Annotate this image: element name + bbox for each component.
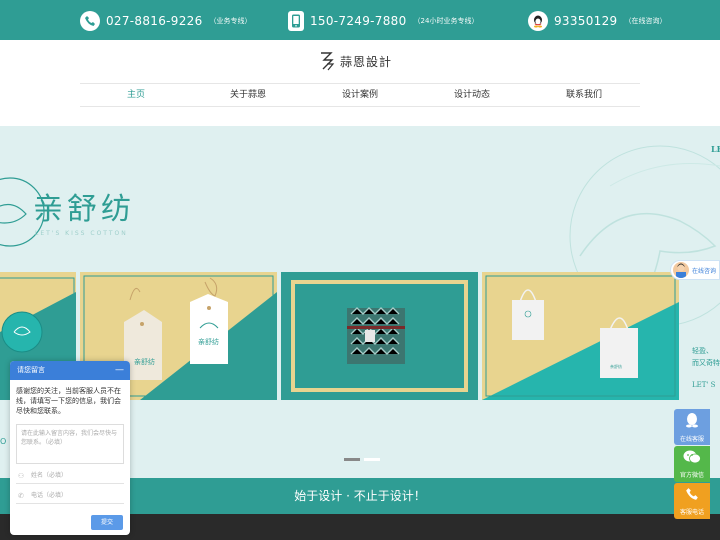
logo-text: 蒜恩設計 — [340, 54, 393, 69]
name-field-placeholder: 姓名（必填） — [31, 471, 68, 479]
phone-field[interactable]: ✆ 电话（必填） — [16, 488, 124, 504]
banner-left-letter: O — [0, 437, 7, 446]
message-widget-intro: 感谢您的关注，当前客服人员不在线，请填写一下您的信息，我们会尽快和您联系。 — [16, 387, 121, 415]
qq-number: 93350129 — [554, 14, 618, 28]
hotline-number: 027-8816-9226 — [106, 14, 203, 28]
banner-right-let: LET' S — [692, 381, 716, 389]
showcase-panel-box — [281, 272, 478, 400]
top-contact-bar: 027-8816-9226 （业务专线） 150-7249-7880 （24小时… — [0, 0, 720, 40]
slider-dot-2[interactable] — [364, 458, 380, 461]
contact-mobile[interactable]: 150-7249-7880 （24小时业务专线） — [288, 10, 478, 32]
qq-tag: （在线咨询） — [624, 17, 667, 25]
mobile-icon — [288, 11, 304, 31]
logo-mark-icon — [321, 52, 335, 71]
message-textarea[interactable]: 请在此输入留言内容，我们会尽快与您联系。（必填） — [16, 424, 124, 464]
wechat-icon — [683, 450, 701, 468]
nav-item-news[interactable]: 设计动态 — [416, 84, 528, 106]
nav-item-contact[interactable]: 联系我们 — [528, 84, 640, 106]
agent-avatar — [673, 262, 689, 278]
service-phone-button[interactable]: 客服电话 — [674, 483, 710, 519]
leave-message-widget: 请您留言 — 感谢您的关注，当前客服人员不在线，请填写一下您的信息，我们会尽快和… — [10, 361, 130, 535]
hotline-tag: （业务专线） — [209, 17, 252, 25]
message-widget-title: 请您留言 — [17, 366, 45, 374]
svg-text:亲舒纺: 亲舒纺 — [198, 337, 219, 346]
contact-qq[interactable]: 93350129 （在线咨询） — [528, 10, 666, 32]
official-wechat-button[interactable]: 官方微信 — [674, 446, 710, 482]
nav-item-cases[interactable]: 设计案例 — [304, 84, 416, 106]
submit-button[interactable]: 提交 — [91, 515, 123, 530]
main-nav: 主页 关于蒜恩 设计案例 设计动态 联系我们 — [80, 83, 640, 107]
phone-icon — [685, 487, 699, 505]
slider-dot-1[interactable] — [344, 458, 360, 461]
banner-right-text: 轻盈、 而又奇特 — [692, 347, 720, 367]
qq-penguin-icon — [685, 412, 699, 432]
svg-text:亲舒纺: 亲舒纺 — [134, 357, 155, 366]
official-wechat-label: 官方微信 — [679, 471, 704, 479]
nav-item-about[interactable]: 关于蒜恩 — [192, 84, 304, 106]
mobile-tag: （24小时业务专线） — [413, 17, 479, 25]
message-widget-header[interactable]: 请您留言 — — [10, 361, 130, 380]
banner-right-heading: LE — [711, 144, 720, 154]
phone-icon — [80, 11, 100, 31]
tote-bags-image: 亲舒纺 — [482, 272, 679, 400]
gift-box-image — [281, 272, 478, 400]
svg-text:亲舒纺: 亲舒纺 — [610, 363, 622, 369]
minimize-button[interactable]: — — [115, 361, 124, 380]
mobile-number: 150-7249-7880 — [310, 14, 407, 28]
site-logo[interactable]: 蒜恩設計 — [318, 50, 392, 72]
banner-brand-title: 亲舒纺 — [33, 192, 135, 227]
phone-field-placeholder: 电话（必填） — [31, 491, 68, 499]
showcase-panel-bags: 亲舒纺 — [482, 272, 679, 400]
name-field[interactable]: ⚇ 姓名（必填） — [16, 468, 124, 484]
contact-hotline[interactable]: 027-8816-9226 （业务专线） — [80, 10, 252, 32]
online-service-label: 在线客服 — [679, 435, 704, 443]
slider-dots — [344, 458, 380, 461]
qq-icon — [528, 11, 548, 31]
nav-item-home[interactable]: 主页 — [80, 84, 192, 106]
phone-small-icon: ✆ — [18, 491, 24, 500]
online-service-button[interactable]: 在线客服 — [674, 409, 710, 445]
user-icon: ⚇ — [17, 471, 25, 480]
online-consult-label: 在线咨询 — [692, 267, 717, 275]
banner-brand-subtitle: LET'S KISS COTTON — [35, 230, 128, 237]
online-consult-tab[interactable]: 在线咨询 — [670, 260, 720, 280]
service-phone-label: 客服电话 — [679, 508, 704, 516]
